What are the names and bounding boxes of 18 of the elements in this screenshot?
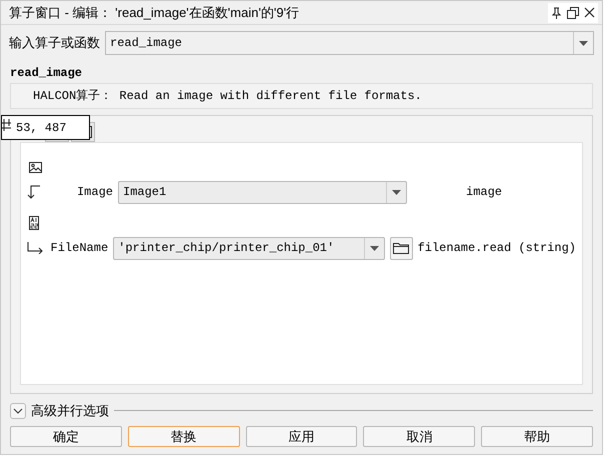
- operator-label: 输入算子或函数: [9, 34, 100, 52]
- window-title: 算子窗口 - 编辑： 'read_image'在函数'main'的'9'行: [9, 4, 300, 22]
- dialog-button[interactable]: 替换: [128, 426, 240, 446]
- dialog-button[interactable]: 应用: [246, 426, 358, 446]
- parameter-type: image: [466, 184, 502, 201]
- coordinate-tooltip: 53, 487: [1, 115, 90, 140]
- dialog-button[interactable]: 取消: [363, 426, 476, 446]
- parameter-name: FileName: [50, 240, 108, 257]
- parameter-type: filename.read (string): [418, 240, 576, 257]
- advanced-options-label: 高级并行选项: [31, 402, 109, 420]
- parameter-name: Image: [76, 184, 113, 201]
- operator-combo[interactable]: read_image: [105, 31, 594, 55]
- dialog-button[interactable]: 帮助: [481, 426, 593, 446]
- dialog-button[interactable]: 确定: [10, 426, 122, 446]
- parameter-combo[interactable]: Image1: [118, 180, 407, 204]
- operator-description: HALCON算子： Read an image with different file formats.: [33, 88, 422, 105]
- operator-name: read_image: [9, 65, 84, 81]
- parameter-combo[interactable]: 'printer_chip/printer_chip_01': [113, 236, 385, 260]
